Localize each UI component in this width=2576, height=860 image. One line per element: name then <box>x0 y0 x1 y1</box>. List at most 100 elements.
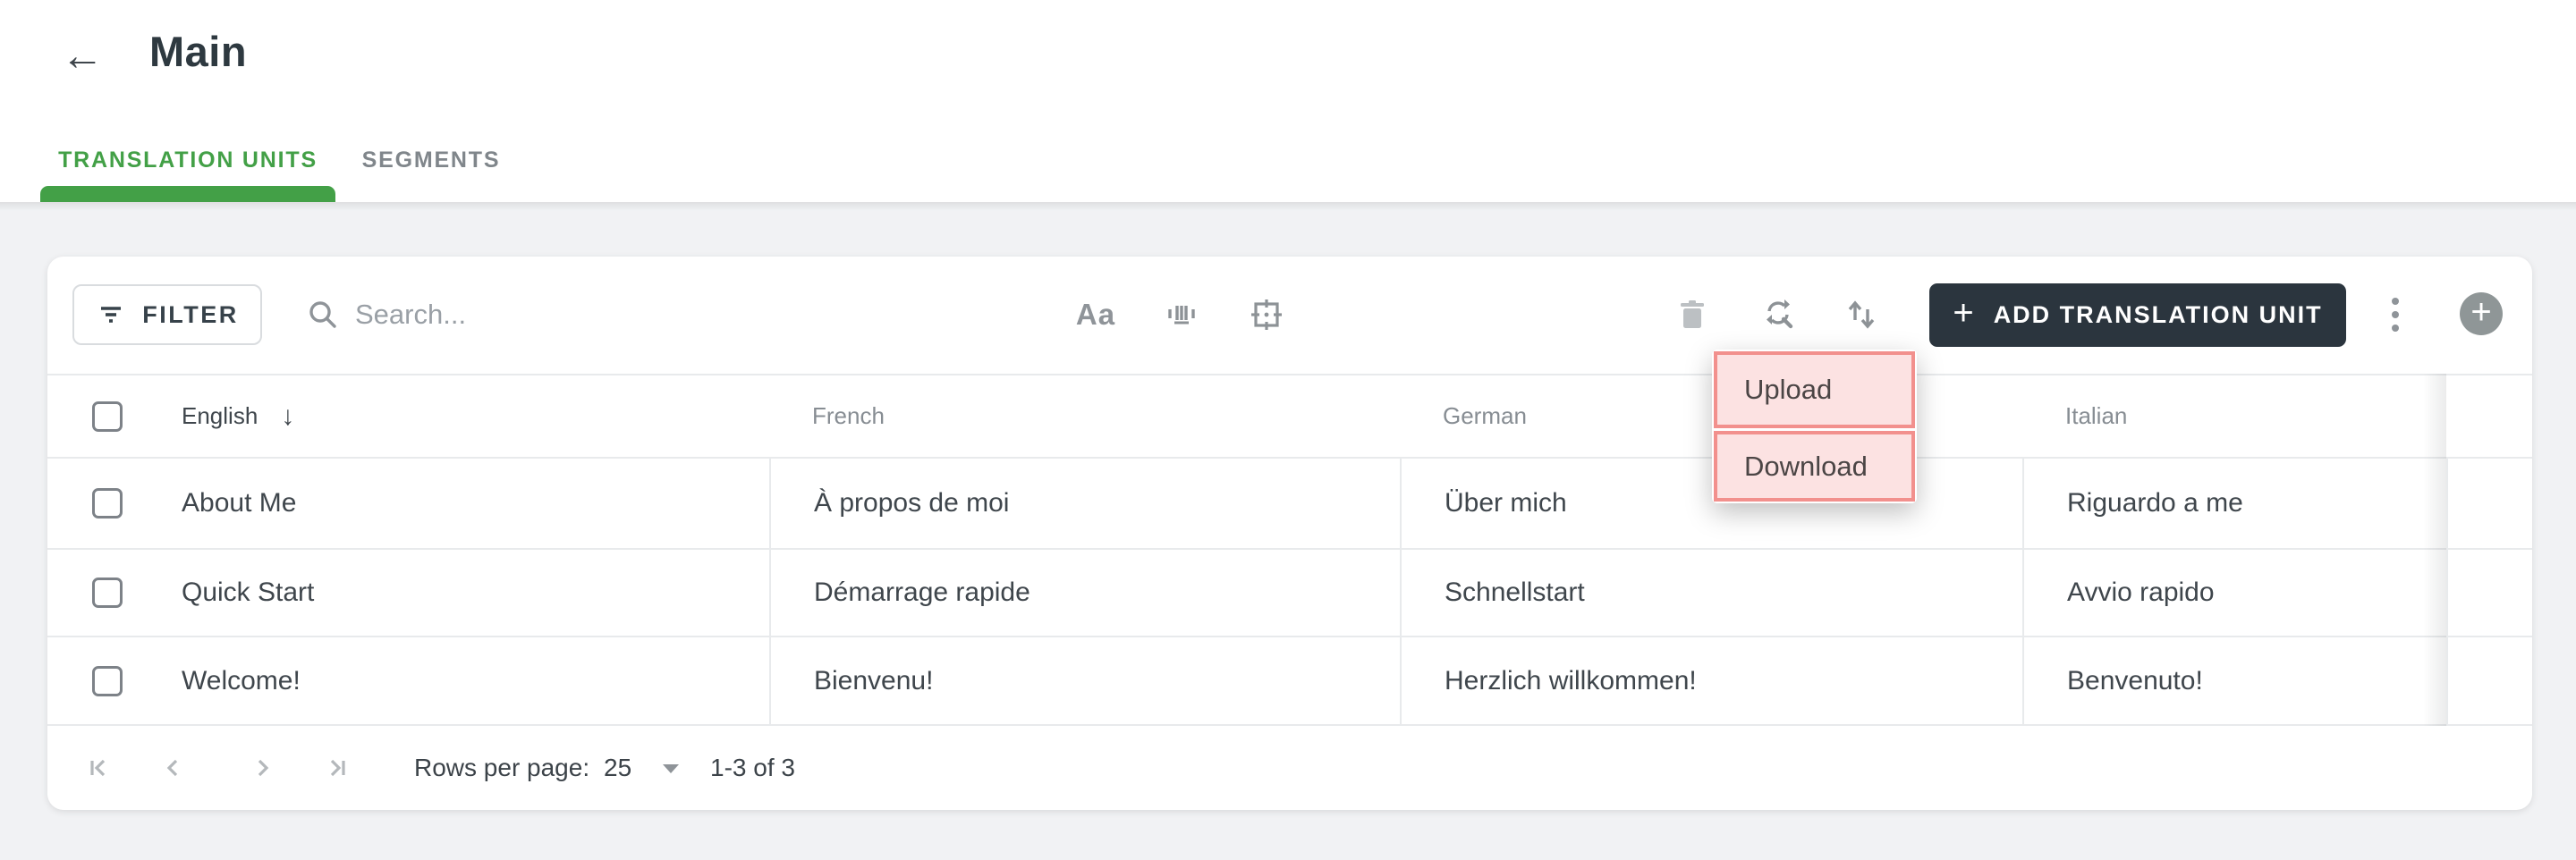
column-header-english[interactable]: English ↓ <box>47 375 769 457</box>
cell-french[interactable]: Démarrage rapide <box>769 550 1400 636</box>
tab-translation-units[interactable]: TRANSLATION UNITS <box>40 134 335 186</box>
cell-text: Herzlich willkommen! <box>1445 665 1697 696</box>
last-page-button[interactable] <box>316 746 359 789</box>
translation-units-card: FILTER Aa <box>47 257 2532 810</box>
cell-text: Welcome! <box>182 665 301 696</box>
menu-item-upload[interactable]: Upload <box>1714 351 1915 428</box>
case-sensitive-toggle[interactable]: Aa <box>1063 284 1128 345</box>
column-label: French <box>812 402 885 429</box>
table-row[interactable]: Welcome! Bienvenu! Herzlich willkommen! … <box>47 637 2532 726</box>
plus-icon: + <box>2470 292 2492 332</box>
focus-frame-toggle[interactable] <box>1234 284 1299 345</box>
cell-text: À propos de moi <box>814 488 1010 518</box>
cell-english[interactable]: Welcome! <box>47 637 769 724</box>
column-label: German <box>1443 402 1527 429</box>
sort-order-button[interactable] <box>1829 284 1894 345</box>
column-label: Italian <box>2065 402 2128 429</box>
trash-icon <box>1674 297 1710 333</box>
more-options-button[interactable] <box>2363 284 2428 345</box>
row-checkbox[interactable] <box>92 665 123 696</box>
barcode-view-toggle[interactable] <box>1149 284 1214 345</box>
cell-text: About Me <box>182 488 297 518</box>
filter-icon <box>96 299 126 330</box>
cell-text: Über mich <box>1445 488 1567 518</box>
cell-english[interactable]: About Me <box>47 459 769 548</box>
select-all-checkbox[interactable] <box>92 400 123 432</box>
cell-german[interactable]: Herzlich willkommen! <box>1400 637 2022 724</box>
column-header-french[interactable]: French <box>769 375 1400 457</box>
delete-selected-button[interactable] <box>1660 284 1724 345</box>
search-bar <box>305 284 860 345</box>
plus-icon: + <box>1953 293 1974 333</box>
menu-item-label: Upload <box>1744 374 1833 405</box>
find-replace-icon <box>1759 295 1799 334</box>
last-page-icon <box>321 752 353 784</box>
filter-button[interactable]: FILTER <box>72 284 262 345</box>
cell-italian[interactable]: Avvio rapido <box>2022 550 2446 636</box>
cell-text: Quick Start <box>182 578 315 607</box>
translation-units-table: English ↓ French German Italian About Me <box>47 374 2532 726</box>
column-header-german[interactable]: German <box>1400 375 2022 457</box>
back-arrow-icon: ← <box>61 31 104 80</box>
back-button[interactable]: ← <box>50 23 114 88</box>
cell-empty <box>2446 637 2532 724</box>
column-label: English <box>182 402 258 429</box>
row-checkbox[interactable] <box>92 578 123 608</box>
previous-page-button[interactable] <box>151 746 194 789</box>
menu-item-download[interactable]: Download <box>1714 431 1915 502</box>
add-language-button[interactable]: + <box>2460 292 2503 335</box>
cell-empty <box>2446 550 2532 636</box>
focus-frame-icon <box>1247 295 1286 334</box>
chevron-right-icon <box>247 752 279 784</box>
cell-text: Avvio rapido <box>2067 578 2215 607</box>
cell-german[interactable]: Über mich <box>1400 459 2022 548</box>
toolbar: FILTER Aa <box>47 257 2532 374</box>
content-area: FILTER Aa <box>0 211 2576 860</box>
row-checkbox[interactable] <box>92 488 123 519</box>
cell-text: Riguardo a me <box>2067 488 2243 518</box>
cell-italian[interactable]: Benvenuto! <box>2022 637 2446 724</box>
cell-empty <box>2446 459 2532 548</box>
menu-item-label: Download <box>1744 450 1868 482</box>
cell-text: Démarrage rapide <box>814 578 1030 607</box>
kebab-icon <box>2392 298 2399 305</box>
column-header-italian[interactable]: Italian <box>2022 375 2446 457</box>
barcode-icon <box>1163 296 1200 333</box>
cell-english[interactable]: Quick Start <box>47 550 769 636</box>
table-footer: Rows per page: 25 1-3 of 3 <box>47 726 2532 810</box>
table-row[interactable]: Quick Start Démarrage rapide Schnellstar… <box>47 550 2532 637</box>
rows-per-page-label: Rows per page: <box>414 754 590 781</box>
chevron-down-icon[interactable] <box>663 764 679 773</box>
cell-german[interactable]: Schnellstart <box>1400 550 2022 636</box>
first-page-button[interactable] <box>77 746 120 789</box>
table-header-row: English ↓ French German Italian <box>47 374 2532 459</box>
next-page-button[interactable] <box>242 746 284 789</box>
find-replace-button[interactable] <box>1747 284 1811 345</box>
pagination-range: 1-3 of 3 <box>710 754 795 781</box>
active-tab-indicator <box>40 186 335 202</box>
sort-desc-icon[interactable]: ↓ <box>281 401 294 432</box>
cell-italian[interactable]: Riguardo a me <box>2022 459 2446 548</box>
tab-segments[interactable]: SEGMENTS <box>336 134 526 186</box>
header-shadow <box>0 202 2576 211</box>
case-sensitive-icon: Aa <box>1075 298 1116 331</box>
cell-french[interactable]: À propos de moi <box>769 459 1400 548</box>
table-row[interactable]: About Me À propos de moi Über mich Rigua… <box>47 459 2532 550</box>
rows-per-page-select[interactable]: 25 <box>604 726 631 810</box>
arrows-up-down-icon <box>1842 295 1881 334</box>
search-icon <box>305 297 341 333</box>
import-export-menu: Upload Download <box>1712 350 1917 503</box>
tab-label: SEGMENTS <box>361 147 501 173</box>
page-title: Main <box>149 28 248 75</box>
chevron-left-icon <box>157 752 189 784</box>
cell-text: Benvenuto! <box>2067 665 2203 696</box>
first-page-icon <box>82 752 114 784</box>
cell-french[interactable]: Bienvenu! <box>769 637 1400 724</box>
cell-text: Schnellstart <box>1445 578 1585 607</box>
filter-button-label: FILTER <box>142 300 239 328</box>
tab-label: TRANSLATION UNITS <box>58 147 318 173</box>
app-header: ← Main TRANSLATION UNITS SEGMENTS <box>0 0 2576 202</box>
add-translation-unit-button[interactable]: + ADD TRANSLATION UNIT <box>1929 283 2346 347</box>
search-input[interactable] <box>355 299 820 331</box>
column-header-empty <box>2446 375 2532 457</box>
